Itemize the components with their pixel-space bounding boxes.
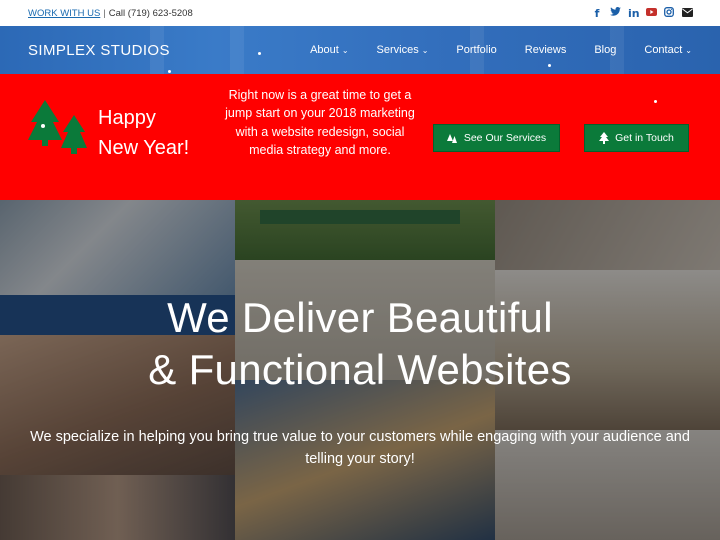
promo-text: Right now is a great time to get a jump … — [225, 88, 415, 158]
snowflake — [548, 64, 551, 67]
christmas-trees-icon — [28, 100, 87, 154]
phone-number[interactable]: Call (719) 623-5208 — [109, 8, 193, 19]
button-label: See Our Services — [463, 132, 547, 144]
nav-item-label: Blog — [594, 44, 617, 56]
headline-line-1: We Deliver Beautiful — [167, 294, 553, 341]
snowflake — [654, 100, 657, 103]
chevron-down-icon: ⌄ — [421, 45, 429, 55]
snowflake — [168, 70, 171, 73]
nav-item-label: Portfolio — [456, 44, 497, 56]
nav-texture-stripe — [230, 26, 244, 74]
email-icon[interactable] — [682, 7, 693, 20]
nav-item-label: About — [310, 44, 339, 56]
greeting-line-2: New Year! — [98, 137, 190, 159]
get-in-touch-button[interactable]: Get in Touch — [584, 124, 689, 152]
instagram-icon[interactable] — [664, 6, 674, 20]
nav-item-about[interactable]: About ⌄ — [310, 44, 348, 56]
button-label: Get in Touch — [615, 132, 674, 144]
nav-menu: About ⌄ Services ⌄ Portfolio Reviews Blo… — [310, 44, 692, 56]
facebook-icon[interactable]: f — [592, 7, 602, 20]
snowflake — [258, 52, 261, 55]
nav-item-label: Reviews — [524, 44, 567, 56]
see-our-services-button[interactable]: See Our Services — [433, 124, 560, 152]
social-links: f in — [592, 6, 693, 20]
twitter-icon[interactable] — [610, 6, 621, 20]
tree-icon — [599, 132, 610, 144]
chevron-down-icon: ⌄ — [685, 45, 692, 55]
nav-item-portfolio[interactable]: Portfolio — [456, 44, 496, 56]
youtube-icon[interactable] — [646, 7, 657, 20]
hero-headline: We Deliver Beautiful & Functional Websit… — [0, 292, 720, 396]
linkedin-icon[interactable]: in — [628, 7, 640, 20]
hero-subheadline: We specialize in helping you bring true … — [30, 429, 690, 467]
headline-line-2: & Functional Websites — [148, 346, 572, 393]
nav-item-contact[interactable]: Contact ⌄ — [644, 44, 692, 56]
nav-item-label: Contact — [644, 44, 683, 56]
hero-section: We Deliver Beautiful & Functional Websit… — [0, 200, 720, 540]
chevron-down-icon: ⌄ — [341, 45, 349, 55]
top-utility-bar: WORK WITH US | Call (719) 623-5208 f in — [0, 0, 720, 26]
holiday-banner: Happy New Year! Right now is a great tim… — [0, 74, 720, 200]
brand-logo[interactable]: SIMPLEX STUDIOS — [28, 42, 170, 59]
nav-item-label: Services — [376, 44, 419, 56]
main-navigation: SIMPLEX STUDIOS About ⌄ Services ⌄ Portf… — [0, 26, 720, 74]
new-year-greeting: Happy New Year! — [98, 103, 189, 163]
tree-icon — [446, 133, 457, 143]
work-with-us-link[interactable]: WORK WITH US — [28, 8, 100, 19]
nav-item-reviews[interactable]: Reviews — [525, 44, 567, 56]
greeting-line-1: Happy — [98, 107, 156, 129]
nav-item-services[interactable]: Services ⌄ — [377, 44, 429, 56]
topbar-separator: | — [103, 7, 106, 19]
nav-item-blog[interactable]: Blog — [594, 44, 616, 56]
